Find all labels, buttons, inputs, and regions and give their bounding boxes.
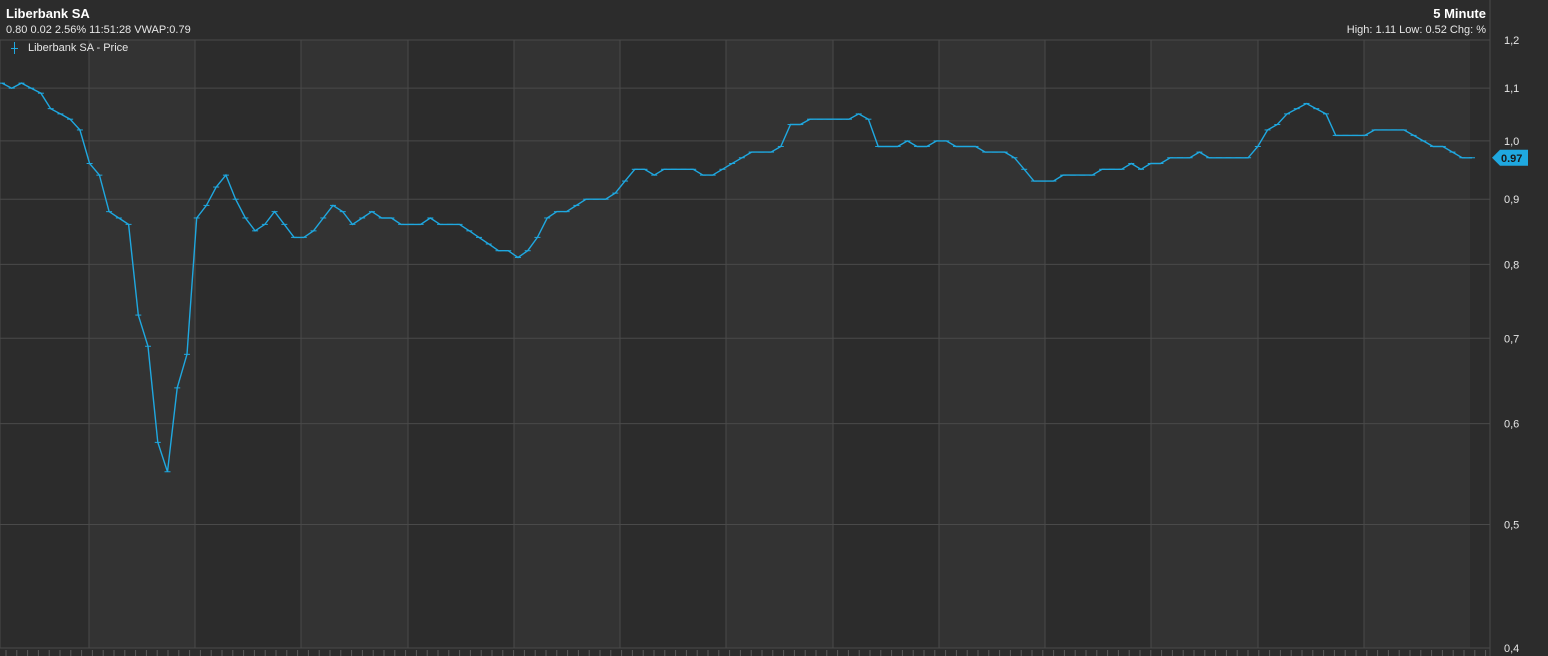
price-chart: 1,2 1,1 1,0 0,9 0,8 0,7 0,6 0,5 0,4 0.97	[0, 0, 1528, 656]
background-band	[1151, 40, 1258, 648]
y-tick-label: 1,2	[1504, 35, 1519, 47]
last-value-label: 0.97	[1501, 153, 1522, 165]
quote-summary: 0.80 0.02 2.56% 11:51:28 VWAP:0.79	[6, 24, 191, 36]
y-tick-label: 1,1	[1504, 83, 1519, 95]
y-tick-label: 0,6	[1504, 419, 1519, 431]
series-marker-icon	[10, 42, 20, 54]
background-bands	[89, 40, 1470, 648]
y-tick-label: 0,4	[1504, 643, 1519, 655]
chart-title: Liberbank SA	[6, 6, 90, 21]
background-band	[301, 40, 408, 648]
y-tick-label: 0,5	[1504, 520, 1519, 532]
y-tick-label: 0,7	[1504, 333, 1519, 345]
last-value-marker: 0.97	[1492, 149, 1528, 166]
background-band	[1364, 40, 1470, 648]
background-band	[89, 40, 195, 648]
legend-label: Liberbank SA - Price	[28, 42, 129, 54]
background-band	[939, 40, 1045, 648]
y-tick-label: 0,9	[1504, 194, 1519, 206]
background-band	[726, 40, 833, 648]
background-band	[514, 40, 620, 648]
high-low-stats: High: 1.11 Low: 0.52 Chg: %	[1346, 24, 1486, 36]
legend[interactable]: Liberbank SA - Price	[10, 42, 128, 54]
y-axis: 1,2 1,1 1,0 0,9 0,8 0,7 0,6 0,5 0,4	[1489, 0, 1519, 656]
y-tick-label: 1,0	[1504, 136, 1519, 148]
interval-label[interactable]: 5 Minute	[1433, 6, 1486, 21]
y-tick-label: 0,8	[1504, 259, 1519, 271]
